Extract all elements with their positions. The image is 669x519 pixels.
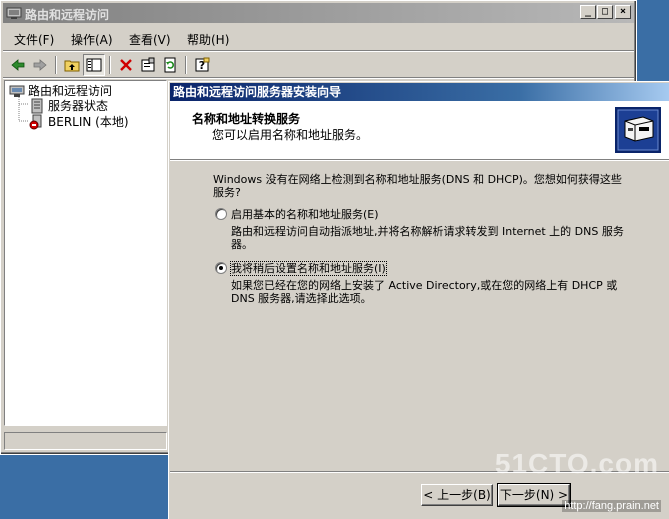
menu-action[interactable]: 操作(A) bbox=[71, 31, 113, 48]
menu-file[interactable]: 文件(F) bbox=[14, 31, 54, 48]
tree-label-server-status: 服务器状态 bbox=[48, 99, 109, 113]
wizard-subheading: 您可以启用名称和地址服务。 bbox=[212, 128, 369, 142]
refresh-icon[interactable] bbox=[159, 54, 181, 76]
server-stopped-icon bbox=[29, 114, 42, 129]
show-tree-icon[interactable] bbox=[83, 54, 105, 76]
help-icon[interactable]: ? bbox=[191, 54, 213, 76]
intro-text: Windows 没有在网络上检测到名称和地址服务(DNS 和 DHCP)。您想如… bbox=[213, 173, 622, 199]
window-title: 路由和远程访问 bbox=[25, 8, 110, 22]
next-button[interactable]: 下一步(N) > bbox=[497, 483, 571, 507]
watermark-url: http://fang.prain.net bbox=[562, 500, 661, 512]
toolbar: ? bbox=[3, 53, 634, 77]
tree-node-berlin[interactable]: BERLIN (本地) bbox=[29, 113, 129, 130]
properties-icon[interactable] bbox=[137, 54, 159, 76]
window-titlebar[interactable]: 路由和远程访问 _ □ × bbox=[3, 3, 634, 23]
server-status-icon bbox=[31, 98, 43, 113]
back-arrow-icon[interactable] bbox=[7, 54, 29, 76]
option-enable-basic-desc: 路由和远程访问自动指派地址,并将名称解析请求转发到 Internet 上的 DN… bbox=[231, 225, 624, 251]
status-cell-left bbox=[4, 432, 167, 450]
routing-icon bbox=[9, 85, 25, 97]
forward-arrow-icon[interactable] bbox=[29, 54, 51, 76]
wizard-header: 名称和地址转换服务 您可以启用名称和地址服务。 bbox=[170, 101, 669, 160]
tree-node-server-status[interactable]: 服务器状态 bbox=[29, 97, 108, 114]
close-button[interactable]: × bbox=[615, 5, 631, 19]
wizard-network-icon bbox=[615, 107, 661, 153]
radio-setup-later[interactable] bbox=[215, 262, 227, 274]
option-setup-later-label[interactable]: 我将稍后设置名称和地址服务(I) bbox=[230, 261, 387, 276]
wizard-titlebar[interactable]: 路由和远程访问服务器安装向导 bbox=[170, 83, 669, 101]
menu-bar: 文件(F) 操作(A) 查看(V) 帮助(H) bbox=[3, 27, 634, 49]
wizard-heading: 名称和地址转换服务 bbox=[192, 112, 301, 126]
menu-view[interactable]: 查看(V) bbox=[129, 31, 171, 48]
delete-icon[interactable] bbox=[115, 54, 137, 76]
maximize-button[interactable]: □ bbox=[597, 5, 613, 19]
menu-divider bbox=[3, 50, 634, 52]
up-folder-icon[interactable] bbox=[61, 54, 83, 76]
tree-label-berlin: BERLIN (本地) bbox=[48, 115, 129, 129]
console-tree: 路由和远程访问 服务器状态 BERLIN (本地) bbox=[4, 80, 167, 426]
watermark-brand: 51CTO.com bbox=[494, 448, 659, 479]
option-enable-basic-label[interactable]: 启用基本的名称和地址服务(E) bbox=[231, 208, 379, 221]
option-setup-later-desc: 如果您已经在您的网络上安装了 Active Directory,或在您的网络上有… bbox=[231, 279, 618, 305]
routing-app-icon bbox=[6, 7, 22, 19]
minimize-button[interactable]: _ bbox=[580, 5, 596, 19]
back-button[interactable]: < 上一步(B) bbox=[421, 484, 493, 506]
toolbar-divider bbox=[3, 77, 634, 79]
wizard-body: Windows 没有在网络上检测到名称和地址服务(DNS 和 DHCP)。您想如… bbox=[169, 161, 669, 471]
menu-help[interactable]: 帮助(H) bbox=[187, 31, 229, 48]
radio-enable-basic[interactable] bbox=[215, 208, 227, 220]
